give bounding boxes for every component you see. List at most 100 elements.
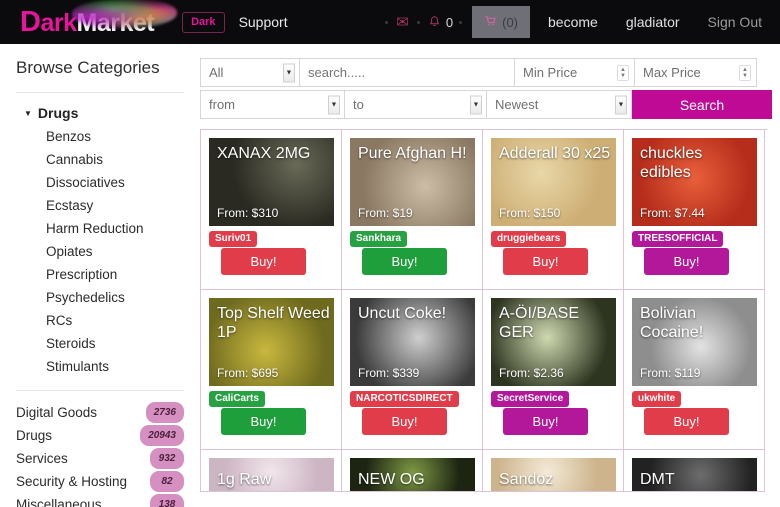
buy-button[interactable]: Buy!: [362, 248, 447, 275]
sidebar-subitems: Benzos Cannabis Dissociatives Ecstasy Ha…: [16, 125, 196, 378]
date-to-select[interactable]: to ▼: [345, 90, 487, 119]
dark-mode-chip[interactable]: Dark: [182, 11, 225, 33]
notification-count: 0: [445, 14, 454, 30]
vendor-badge[interactable]: SecretService: [491, 391, 570, 407]
sidebar-item-miscellaneous[interactable]: Miscellaneous 138: [16, 493, 196, 507]
product-card[interactable]: Uncut Coke! From: $339 NARCOTICSDIRECT B…: [342, 290, 483, 450]
max-price-input[interactable]: Max Price ▲ ▼: [635, 58, 757, 87]
sidebar-category-list: Digital Goods 2736 Drugs 20943 Services …: [16, 391, 196, 507]
sidebar-item-cannabis[interactable]: Cannabis: [16, 148, 196, 171]
nav-link-sign-out[interactable]: Sign Out: [694, 14, 780, 30]
sidebar-item-security-hosting[interactable]: Security & Hosting 82: [16, 470, 196, 493]
product-thumbnail[interactable]: Adderall 30 x25 From: $150: [491, 138, 616, 226]
logo-letter-d: D: [20, 5, 41, 38]
search-button[interactable]: Search: [632, 90, 772, 119]
product-thumbnail[interactable]: A-ÖI/BASE GER From: $2.36: [491, 298, 616, 386]
nav-separator-dot: [459, 20, 463, 24]
sidebar-item-stimulants[interactable]: Stimulants: [16, 355, 196, 378]
sidebar-item-ecstasy[interactable]: Ecstasy: [16, 194, 196, 217]
buy-button[interactable]: Buy!: [221, 408, 306, 435]
vendor-badge[interactable]: CaliCarts: [209, 391, 265, 407]
sidebar-item-psychedelics[interactable]: Psychedelics: [16, 286, 196, 309]
nav-separator-dot: [416, 20, 420, 24]
product-card[interactable]: NEW OG: [342, 450, 483, 492]
date-from-select[interactable]: from ▼: [200, 90, 345, 119]
product-title: Pure Afghan H!: [358, 145, 467, 162]
product-title: 1g Raw: [217, 471, 272, 488]
product-title: Adderall 30 x25: [499, 145, 611, 162]
vendor-badge[interactable]: TREESOFFICIAL: [632, 231, 724, 247]
sidebar-item-rcs[interactable]: RCs: [16, 309, 196, 332]
sidebar-item-count: 82: [150, 471, 184, 492]
sidebar-item-opiates[interactable]: Opiates: [16, 240, 196, 263]
product-card[interactable]: chuckles edibles From: $7.44 TREESOFFICI…: [624, 130, 765, 290]
support-link[interactable]: Support: [239, 14, 288, 30]
mail-icon[interactable]: ✉: [394, 13, 411, 31]
vendor-badge[interactable]: Suriv01: [209, 231, 258, 247]
buy-button[interactable]: Buy!: [644, 248, 729, 275]
product-thumbnail[interactable]: Bolivian Cocaine! From: $119: [632, 298, 757, 386]
buy-button[interactable]: Buy!: [503, 408, 588, 435]
product-thumbnail[interactable]: Uncut Coke! From: $339: [350, 298, 475, 386]
buy-button[interactable]: Buy!: [362, 408, 447, 435]
nav-link-become[interactable]: become: [534, 14, 612, 30]
product-card[interactable]: Bolivian Cocaine! From: $119 ukwhite Buy…: [624, 290, 765, 450]
page-body: Browse Categories ▼ Drugs Benzos Cannabi…: [0, 44, 780, 507]
buy-button[interactable]: Buy!: [503, 248, 588, 275]
sidebar-item-prescription[interactable]: Prescription: [16, 263, 196, 286]
product-thumbnail[interactable]: chuckles edibles From: $7.44: [632, 138, 757, 226]
vendor-badge[interactable]: druggiebears: [491, 231, 567, 247]
product-thumbnail[interactable]: 1g Raw: [209, 458, 334, 491]
product-price: From: $2.36: [499, 366, 564, 380]
sidebar-item-harm-reduction[interactable]: Harm Reduction: [16, 217, 196, 240]
sidebar-item-label: Security & Hosting: [16, 474, 128, 489]
product-thumbnail[interactable]: XANAX 2MG From: $310: [209, 138, 334, 226]
product-thumbnail[interactable]: Top Shelf Weed 1P From: $695: [209, 298, 334, 386]
product-price: From: $310: [217, 206, 279, 220]
sidebar-item-drugs[interactable]: Drugs 20943: [16, 424, 196, 447]
product-card[interactable]: Adderall 30 x25 From: $150 druggiebears …: [483, 130, 624, 290]
product-thumbnail[interactable]: NEW OG: [350, 458, 475, 491]
sidebar-group-label: Drugs: [37, 105, 79, 121]
vendor-badge[interactable]: Sankhara: [350, 231, 408, 247]
buy-button[interactable]: Buy!: [221, 248, 306, 275]
product-thumbnail[interactable]: Sandoz: [491, 458, 616, 491]
product-card[interactable]: Pure Afghan H! From: $19 Sankhara Buy!: [342, 130, 483, 290]
min-price-stepper[interactable]: ▲ ▼: [617, 64, 629, 81]
buy-button[interactable]: Buy!: [644, 408, 729, 435]
sidebar-group-drugs[interactable]: ▼ Drugs: [16, 93, 196, 125]
product-card[interactable]: Top Shelf Weed 1P From: $695 CaliCarts B…: [201, 290, 342, 450]
max-price-stepper[interactable]: ▲ ▼: [739, 64, 751, 81]
sidebar-item-digital-goods[interactable]: Digital Goods 2736: [16, 401, 196, 424]
product-card[interactable]: 1g Raw: [201, 450, 342, 492]
cart-button[interactable]: (0): [472, 6, 530, 38]
logo-text-market: Market: [76, 8, 155, 37]
product-title: Bolivian Cocaine!: [640, 305, 704, 341]
sidebar-item-dissociatives[interactable]: Dissociatives: [16, 171, 196, 194]
product-thumbnail[interactable]: Pure Afghan H! From: $19: [350, 138, 475, 226]
sort-select[interactable]: Newest ▼: [487, 90, 632, 119]
product-card[interactable]: A-ÖI/BASE GER From: $2.36 SecretService …: [483, 290, 624, 450]
sidebar-item-label: Drugs: [16, 428, 53, 443]
sidebar: Browse Categories ▼ Drugs Benzos Cannabi…: [0, 44, 196, 507]
nav-link-gladiator[interactable]: gladiator: [612, 14, 694, 30]
vendor-badge[interactable]: ukwhite: [632, 391, 682, 407]
bell-icon[interactable]: [426, 15, 443, 29]
sidebar-item-benzos[interactable]: Benzos: [16, 125, 196, 148]
product-price: From: $19: [358, 206, 413, 220]
top-navigation-bar: DarkMarket Dark Support ✉ 0 (0) become g…: [0, 0, 780, 44]
min-price-input[interactable]: Min Price ▲ ▼: [515, 58, 635, 87]
search-input[interactable]: [300, 58, 515, 87]
product-card[interactable]: XANAX 2MG From: $310 Suriv01 Buy!: [201, 130, 342, 290]
vendor-badge[interactable]: NARCOTICSDIRECT: [350, 391, 459, 407]
product-card[interactable]: Sandoz: [483, 450, 624, 492]
category-select[interactable]: All ▼: [200, 58, 300, 87]
sidebar-item-steroids[interactable]: Steroids: [16, 332, 196, 355]
main-content: All ▼ Min Price ▲▼ Max Price ▲▼ from ▼ t…: [196, 44, 780, 507]
site-logo[interactable]: DarkMarket: [20, 0, 177, 38]
min-price-placeholder: Min Price: [523, 65, 578, 80]
sidebar-item-services[interactable]: Services 932: [16, 447, 196, 470]
sidebar-item-count: 2736: [145, 402, 184, 423]
product-card[interactable]: DMT: [624, 450, 765, 492]
product-thumbnail[interactable]: DMT: [632, 458, 757, 491]
